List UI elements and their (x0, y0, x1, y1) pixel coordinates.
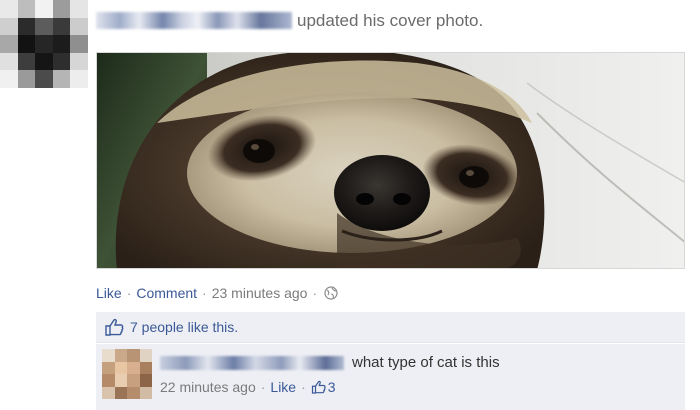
comment-like-count[interactable]: 3 (328, 379, 336, 395)
profile-avatar[interactable] (0, 0, 88, 88)
like-link[interactable]: Like (96, 285, 122, 301)
comment-item: what type of cat is this 22 minutes ago … (96, 344, 685, 410)
thumbs-up-icon[interactable] (311, 380, 326, 394)
sloth-photo-image (97, 53, 684, 268)
comment-link[interactable]: Comment (136, 285, 197, 301)
globe-icon[interactable] (324, 286, 338, 300)
post-timestamp[interactable]: 23 minutes ago (212, 285, 308, 301)
comment-meta: 22 minutes ago · Like · 3 (160, 379, 336, 395)
profile-name-link[interactable] (96, 12, 292, 29)
separator: · (301, 379, 306, 395)
comment-like-link[interactable]: Like (270, 379, 296, 395)
commenter-avatar[interactable] (102, 349, 152, 399)
comment-timestamp[interactable]: 22 minutes ago (160, 379, 256, 395)
likes-summary: 7 people like this. (96, 312, 685, 343)
comment-text: what type of cat is this (352, 354, 500, 371)
story-action-text: updated his cover photo. (297, 11, 484, 30)
separator: · (312, 285, 318, 301)
separator: · (126, 285, 132, 301)
post-actions-row: Like · Comment · 23 minutes ago · (96, 285, 338, 301)
cover-photo[interactable] (96, 52, 685, 269)
commenter-name-link[interactable] (160, 356, 344, 370)
separator: · (260, 379, 266, 395)
separator: · (202, 285, 207, 301)
likes-count-link[interactable]: 7 people like this. (130, 319, 238, 335)
thumbs-up-icon (105, 318, 124, 336)
